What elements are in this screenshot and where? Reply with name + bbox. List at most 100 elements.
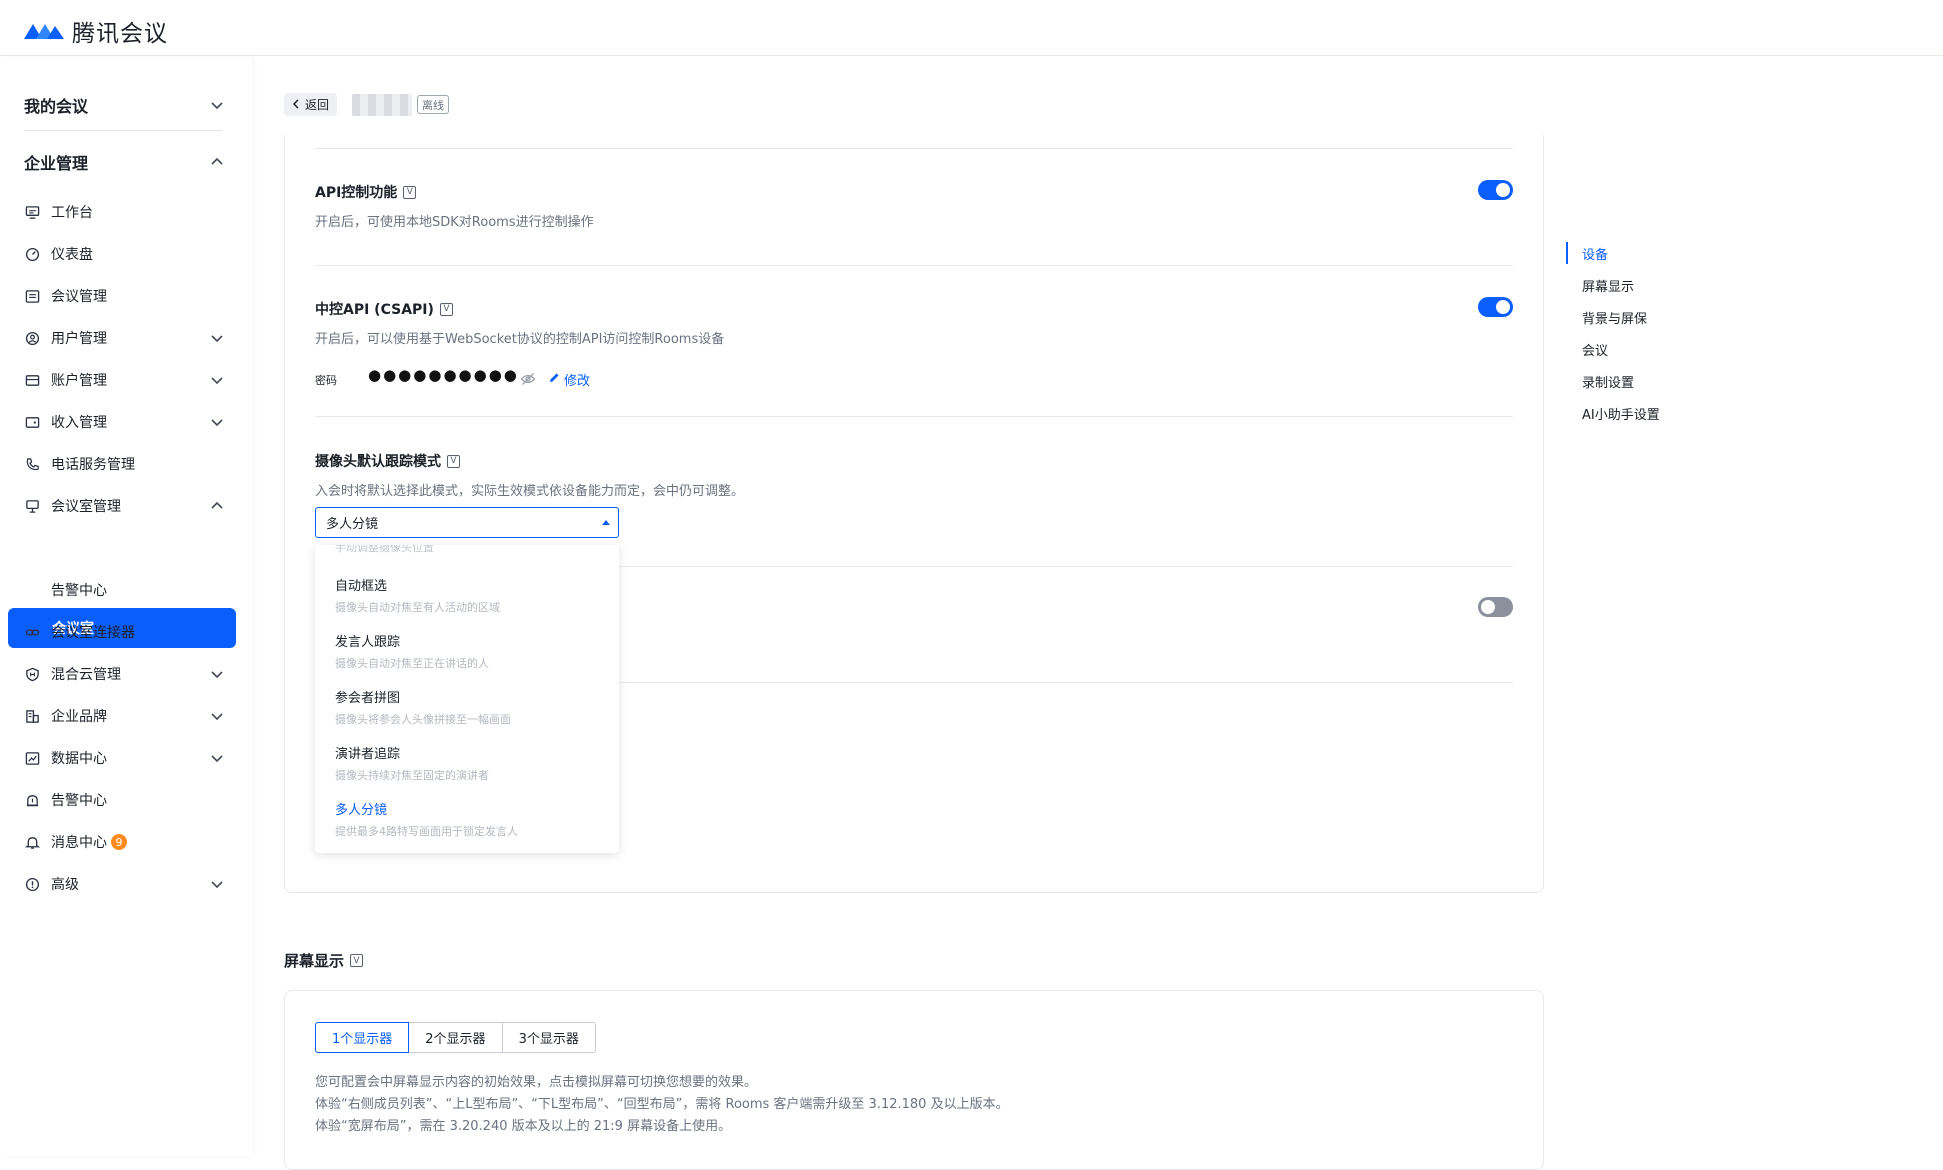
chevron-down-icon bbox=[210, 709, 224, 723]
tab-2-monitors[interactable]: 2个显示器 bbox=[408, 1022, 503, 1053]
anchor-recording[interactable]: 录制设置 bbox=[1582, 372, 1634, 391]
setting-title-text: 摄像头默认跟踪模式 bbox=[315, 454, 441, 470]
sidebar-item-label: 收入管理 bbox=[51, 415, 107, 431]
sidebar-item-data-center[interactable]: 数据中心 bbox=[24, 738, 224, 778]
monitor-count-tabs: 1个显示器 2个显示器 3个显示器 bbox=[315, 1022, 596, 1053]
anchor-active-indicator bbox=[1566, 242, 1568, 264]
nav-group-my-meetings[interactable]: 我的会议 bbox=[24, 93, 224, 117]
api-control-title: API控制功能 V bbox=[315, 182, 417, 202]
screen-note: 体验“宽屏布局”，需在 3.20.240 版本及以上的 21:9 屏幕设备上使用… bbox=[315, 1119, 732, 1134]
option-desc: 摄像头持续对焦至固定的演讲者 bbox=[335, 769, 489, 782]
csapi-toggle[interactable] bbox=[1478, 297, 1513, 317]
chevron-down-icon bbox=[210, 667, 224, 681]
option-title: 发言人跟踪 bbox=[335, 635, 401, 650]
sidebar-item-advanced[interactable]: 高级 bbox=[24, 864, 224, 904]
sidebar-item-room-management[interactable]: 会议室管理 bbox=[24, 486, 224, 526]
dropdown-option-selected[interactable]: 多人分镜 提供最多4路特写画面用于锁定发言人 bbox=[335, 799, 518, 839]
sidebar-item-dashboard[interactable]: 仪表盘 bbox=[24, 234, 224, 274]
camera-mode-select[interactable]: 多人分镜 bbox=[315, 507, 619, 538]
dropdown-option[interactable]: 发言人跟踪 摄像头自动对焦至正在讲话的人 bbox=[335, 631, 489, 671]
chevron-down-icon bbox=[210, 373, 224, 387]
hidden-setting-toggle[interactable] bbox=[1478, 597, 1513, 617]
chevron-down-icon bbox=[210, 98, 224, 112]
building-icon bbox=[24, 708, 40, 724]
sidebar-item-label: 消息中心 bbox=[51, 835, 107, 851]
sidebar-item-label: 会议管理 bbox=[51, 289, 107, 305]
sidebar-item-enterprise-brand[interactable]: 企业品牌 bbox=[24, 696, 224, 736]
back-button[interactable]: 返回 bbox=[284, 93, 338, 116]
section-title-text: 屏幕显示 bbox=[284, 952, 345, 970]
option-desc: 摄像头自动对焦至有人活动的区域 bbox=[335, 601, 500, 614]
sidebar-item-workbench[interactable]: 工作台 bbox=[24, 192, 224, 232]
sidebar-item-room-connector[interactable]: 会议室连接器 bbox=[24, 612, 224, 652]
version-tag-icon: V bbox=[439, 302, 453, 316]
option-desc: 摄像头将参会人头像拼接至一幅画面 bbox=[335, 713, 511, 726]
sidebar-item-label: 会议室管理 bbox=[51, 499, 121, 515]
sidebar-item-meeting-management[interactable]: 会议管理 bbox=[24, 276, 224, 316]
password-value: ●●●●●●●●●● bbox=[368, 366, 519, 384]
card-icon bbox=[24, 372, 40, 388]
anchor-device[interactable]: 设备 bbox=[1582, 244, 1608, 263]
sidebar: 我的会议 企业管理 工作台 仪表盘 会议管理 用户管理 账户管理 收入管理 电话… bbox=[0, 57, 252, 1156]
chevron-down-icon bbox=[210, 877, 224, 891]
sidebar-item-label: 仪表盘 bbox=[51, 247, 93, 263]
version-tag-icon: V bbox=[350, 954, 364, 967]
info-icon bbox=[24, 876, 40, 892]
sidebar-item-label: 数据中心 bbox=[51, 751, 107, 767]
sidebar-item-alert-center[interactable]: 告警中心 bbox=[24, 780, 224, 820]
setting-title-text: 中控API (CSAPI) bbox=[315, 302, 434, 318]
csapi-desc: 开启后，可以使用基于WebSocket协议的控制API访问控制Rooms设备 bbox=[315, 332, 725, 347]
option-title: 自动框选 bbox=[335, 579, 388, 594]
screen-note: 您可配置会中屏幕显示内容的初始效果，点击模拟屏幕可切换您想要的效果。 bbox=[315, 1075, 758, 1090]
version-tag-icon: V bbox=[403, 185, 417, 199]
phone-icon bbox=[24, 456, 40, 472]
app-logo[interactable]: 腾讯会议 bbox=[22, 14, 168, 48]
sidebar-divider bbox=[24, 130, 222, 131]
option-desc: 摄像头自动对焦至正在讲话的人 bbox=[335, 657, 489, 670]
edit-password-button[interactable]: 修改 bbox=[548, 370, 590, 389]
chevron-down-icon bbox=[210, 751, 224, 765]
alarm-icon bbox=[24, 792, 40, 808]
sidebar-item-user-management[interactable]: 用户管理 bbox=[24, 318, 224, 358]
anchor-screen-display[interactable]: 屏幕显示 bbox=[1582, 276, 1634, 295]
sidebar-item-revenue-management[interactable]: 收入管理 bbox=[24, 402, 224, 442]
anchor-ai-assistant[interactable]: AI小助手设置 bbox=[1582, 404, 1660, 423]
chevron-up-icon bbox=[210, 499, 224, 513]
screen-note: 体验“右侧成员列表”、“上L型布局”、“下L型布局”、“回型布局”，需将 Roo… bbox=[315, 1097, 1009, 1112]
sidebar-item-message-center[interactable]: 消息中心 9 bbox=[24, 822, 224, 862]
nav-group-enterprise[interactable]: 企业管理 bbox=[24, 150, 224, 174]
sidebar-item-label: 企业品牌 bbox=[51, 709, 107, 725]
dropdown-option[interactable]: 自动框选 摄像头自动对焦至有人活动的区域 bbox=[335, 575, 500, 615]
shield-icon bbox=[24, 666, 40, 682]
sidebar-item-phone-service[interactable]: 电话服务管理 bbox=[24, 444, 224, 484]
unread-badge: 9 bbox=[111, 834, 127, 850]
csapi-title: 中控API (CSAPI) V bbox=[315, 299, 453, 319]
eye-off-icon[interactable] bbox=[520, 371, 536, 387]
nav-group-label: 我的会议 bbox=[24, 97, 89, 116]
link-icon bbox=[24, 624, 40, 640]
anchor-background[interactable]: 背景与屏保 bbox=[1582, 308, 1647, 327]
api-control-toggle[interactable] bbox=[1478, 180, 1513, 200]
sidebar-item-label: 混合云管理 bbox=[51, 667, 121, 683]
device-name-redacted bbox=[352, 94, 412, 116]
edit-label: 修改 bbox=[564, 374, 591, 389]
sidebar-item-hybrid-cloud[interactable]: 混合云管理 bbox=[24, 654, 224, 694]
app-name: 腾讯会议 bbox=[72, 21, 168, 47]
sidebar-item-label: 用户管理 bbox=[51, 331, 107, 347]
option-title: 演讲者追踪 bbox=[335, 747, 401, 762]
chevron-left-icon bbox=[292, 98, 301, 112]
dropdown-option[interactable]: 参会者拼图 摄像头将参会人头像拼接至一幅画面 bbox=[335, 687, 511, 727]
chart-icon bbox=[24, 750, 40, 766]
monitor-icon bbox=[24, 204, 40, 220]
tab-1-monitor[interactable]: 1个显示器 bbox=[315, 1022, 410, 1053]
dropdown-option[interactable]: 演讲者追踪 摄像头持续对焦至固定的演讲者 bbox=[335, 743, 489, 783]
tab-3-monitors[interactable]: 3个显示器 bbox=[501, 1022, 596, 1053]
sidebar-item-room-alerts[interactable]: 告警中心 bbox=[24, 570, 224, 610]
tencent-meeting-logo-icon bbox=[24, 24, 64, 39]
clipped-option-hint: 手动调整摄像头位置 bbox=[335, 545, 434, 554]
sidebar-item-label: 账户管理 bbox=[51, 373, 107, 389]
sidebar-item-account-management[interactable]: 账户管理 bbox=[24, 360, 224, 400]
option-title: 多人分镜 bbox=[335, 803, 388, 818]
anchor-meeting[interactable]: 会议 bbox=[1582, 340, 1608, 359]
sidebar-item-label: 告警中心 bbox=[51, 583, 107, 599]
